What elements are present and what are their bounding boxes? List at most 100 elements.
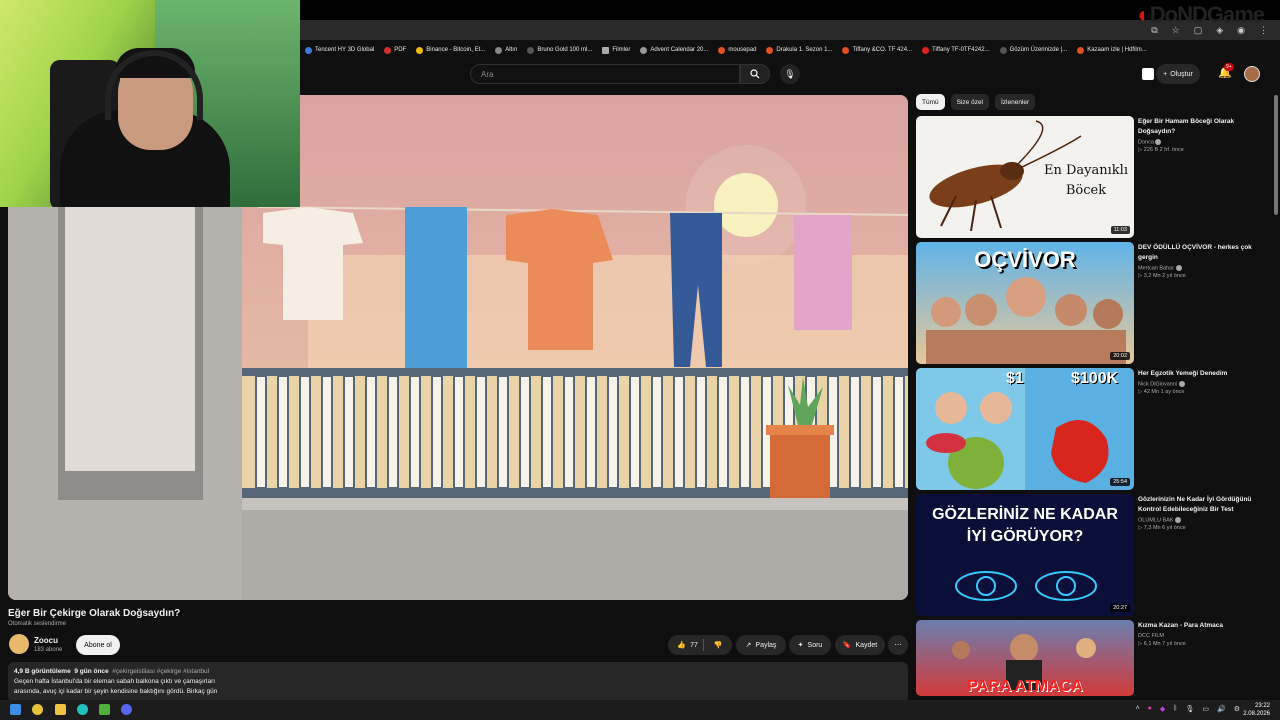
search-button[interactable] [740,64,770,84]
bookmark-item[interactable]: Tiffany &CO. TF 424... [842,46,912,54]
save-label: Kaydet [855,641,878,649]
discord-icon[interactable] [121,704,132,715]
mic-icon[interactable]: 🎙 [1185,705,1194,713]
description-line: arasında, avuç içi kadar bir şeyin kendi… [14,688,218,695]
system-tray: ˄ ● ◆ ᛒ 🎙 ▭ 🔊 ⚙ [1136,705,1240,713]
channel-name[interactable]: Zoocu [34,636,58,645]
bookmark-icon [640,46,648,54]
video-title[interactable]: Eğer Bir Hamam Böceği Olarak Doğsaydın? [1138,117,1266,137]
bookmark-icon [842,46,850,54]
more-options-button[interactable]: ⋯ [888,635,908,655]
windows-taskbar: ˄ ● ◆ ᛒ 🎙 ▭ 🔊 ⚙ 23:22 2.08.2026 [0,700,1280,720]
video-title[interactable]: Her Egzotik Yemeği Denedim [1138,369,1266,379]
play-icon: ▷ [1138,273,1143,280]
bookmark-icon [384,46,392,54]
video-title[interactable]: DEV ÖDÜLLÜ OÇVİVOR - herkes çok gergin [1138,243,1266,263]
scrollbar[interactable] [1274,95,1278,215]
bookmark-item[interactable]: Altın [495,46,517,54]
bookmark-icon [1077,46,1085,54]
video-meta: 3,2 Mn 2 yıl önce [1143,273,1186,280]
upload-age: 9 gün önce [74,668,109,675]
video-thumbnail[interactable]: En Dayanıklı Böcek 11:03 [916,116,1134,238]
voice-search-button[interactable]: 🎙 [780,64,800,84]
duration-badge: 11:03 [1110,226,1130,234]
video-thumbnail[interactable]: GÖZLERİNİZ NE KADAR İYİ GÖRÜYOR? 20:27 [916,494,1134,616]
youtube-header: Ara 🎙 + Oluştur 🔔 9+ [300,60,1280,90]
channel-name[interactable]: OLUMLU BAK [1138,517,1173,523]
search-input[interactable]: Ara [470,64,740,84]
network-icon[interactable]: ▭ [1202,705,1209,713]
subscriber-count: 183 abone [34,647,63,653]
video-title[interactable]: Kızma Kazan - Para Atmaca [1138,621,1266,631]
settings-icon[interactable]: ⚙ [1234,705,1240,713]
channel-name[interactable]: Mertcan Bahar [1138,265,1174,271]
bookmark-folder[interactable]: Filmler [602,46,630,54]
video-thumbnail[interactable]: PARA ATMACA [916,620,1134,696]
play-icon: ▷ [1138,641,1143,647]
avatar[interactable] [1244,66,1260,82]
bookmark-item[interactable]: Advent Calendar 20... [640,46,708,54]
chip-watched[interactable]: İzlenenler [995,94,1036,110]
like-button[interactable]: 👍 77 [677,641,698,650]
thumbs-down-icon[interactable]: 👎 [714,641,723,649]
browser-icon[interactable] [77,704,88,715]
bookmark-item[interactable]: Tencent HY 3D Global [305,46,374,54]
subscribe-button[interactable]: Abone ol [76,635,120,655]
thumbs-up-icon: 👍 [677,642,687,649]
share-button[interactable]: ↗ Paylaş [736,635,786,655]
channel-name[interactable]: DCC FILM [1138,633,1164,639]
bookmark-item[interactable]: PDF [384,46,406,54]
bookmark-item[interactable]: Drakula 1. Sezon 1... [766,46,832,54]
bookmark-item[interactable]: Tiffany TF-0TF4242... [922,46,990,54]
mic-icon: 🎙 [784,68,796,79]
bookmark-icon [495,46,503,54]
video-description[interactable]: 4,9 B görüntüleme 9 gün önce #çekirgeist… [8,662,908,702]
chip-all[interactable]: Tümü [916,94,945,110]
create-icon[interactable] [1142,68,1154,80]
thumbnail-text: En Dayanıklı Böcek [1044,163,1128,198]
chevron-up-icon[interactable]: ˄ [1136,705,1140,713]
channel-avatar[interactable] [9,634,29,654]
file-explorer-icon[interactable] [55,704,66,715]
clock-date: 2.08.2026 [1243,711,1270,717]
verified-icon [1175,265,1182,271]
recommended-video[interactable]: OÇVİVOR 20:02 DEV ÖDÜLLÜ OÇVİVOR - herke… [916,242,1266,364]
app-tray-icon[interactable]: ● [1148,705,1152,713]
bluetooth-icon[interactable]: ᛒ [1173,705,1177,713]
recommended-video[interactable]: $1 $100K 25:54 Her Egzotik Yemeği Denedi… [916,368,1266,490]
bookmark-item[interactable]: Binance - Bitcoin, Et... [416,46,485,54]
app-icon[interactable] [99,704,110,715]
bookmark-item[interactable]: mousepad [718,46,756,54]
video-meta: 7,3 Mn 6 yıl önce [1143,525,1186,532]
group-photo [926,277,1126,364]
more-icon: ⋯ [894,642,902,649]
app-tray-icon[interactable]: ◆ [1160,705,1165,713]
share-icon: ↗ [745,642,752,649]
video-thumbnail[interactable]: OÇVİVOR 20:02 [916,242,1134,364]
recommended-video[interactable]: En Dayanıklı Böcek 11:03 Eğer Bir Hamam … [916,116,1266,238]
bookmark-item[interactable]: Kazaam izle | Hdfilm... [1077,46,1147,54]
chrome-icon[interactable] [32,704,43,715]
windows-start-icon[interactable] [10,704,21,715]
chip-for-you[interactable]: Size özel [950,94,989,110]
save-button[interactable]: 🔖 Kaydet [835,635,885,655]
channel-name[interactable]: Nick DiGiovanni [1138,381,1177,387]
bookmark-icon [922,46,930,54]
create-button[interactable]: + Oluştur [1156,64,1200,84]
bookmark-item[interactable]: Bruno Gold 100 ml... [527,46,592,54]
view-count: 4,9 B görüntüleme [14,668,71,675]
like-divider [703,639,704,651]
hashtags[interactable]: #çekirgeistilası #çekirge #istanbul [112,668,209,675]
address-bar[interactable] [300,20,1280,40]
recommended-video[interactable]: GÖZLERİNİZ NE KADAR İYİ GÖRÜYOR? 20:27 G… [916,494,1266,616]
taskbar-clock[interactable]: 23:22 2.08.2026 [1243,702,1270,718]
recommended-video[interactable]: PARA ATMACA Kızma Kazan - Para Atmaca DC… [916,620,1266,696]
video-thumbnail[interactable]: $1 $100K 25:54 [916,368,1134,490]
channel-watermark: ◐DoNDGame [1137,2,1265,27]
clock-time: 23:22 [1254,703,1270,709]
channel-name[interactable]: Donca [1138,139,1154,145]
bookmark-item[interactable]: Gözüm Üzerinizde |... [999,46,1067,54]
video-title[interactable]: Gözlerinizin Ne Kadar İyi Gördüğünü Kont… [1138,495,1266,515]
volume-icon[interactable]: 🔊 [1217,705,1226,713]
ask-button[interactable]: ✦ Soru [789,635,831,655]
